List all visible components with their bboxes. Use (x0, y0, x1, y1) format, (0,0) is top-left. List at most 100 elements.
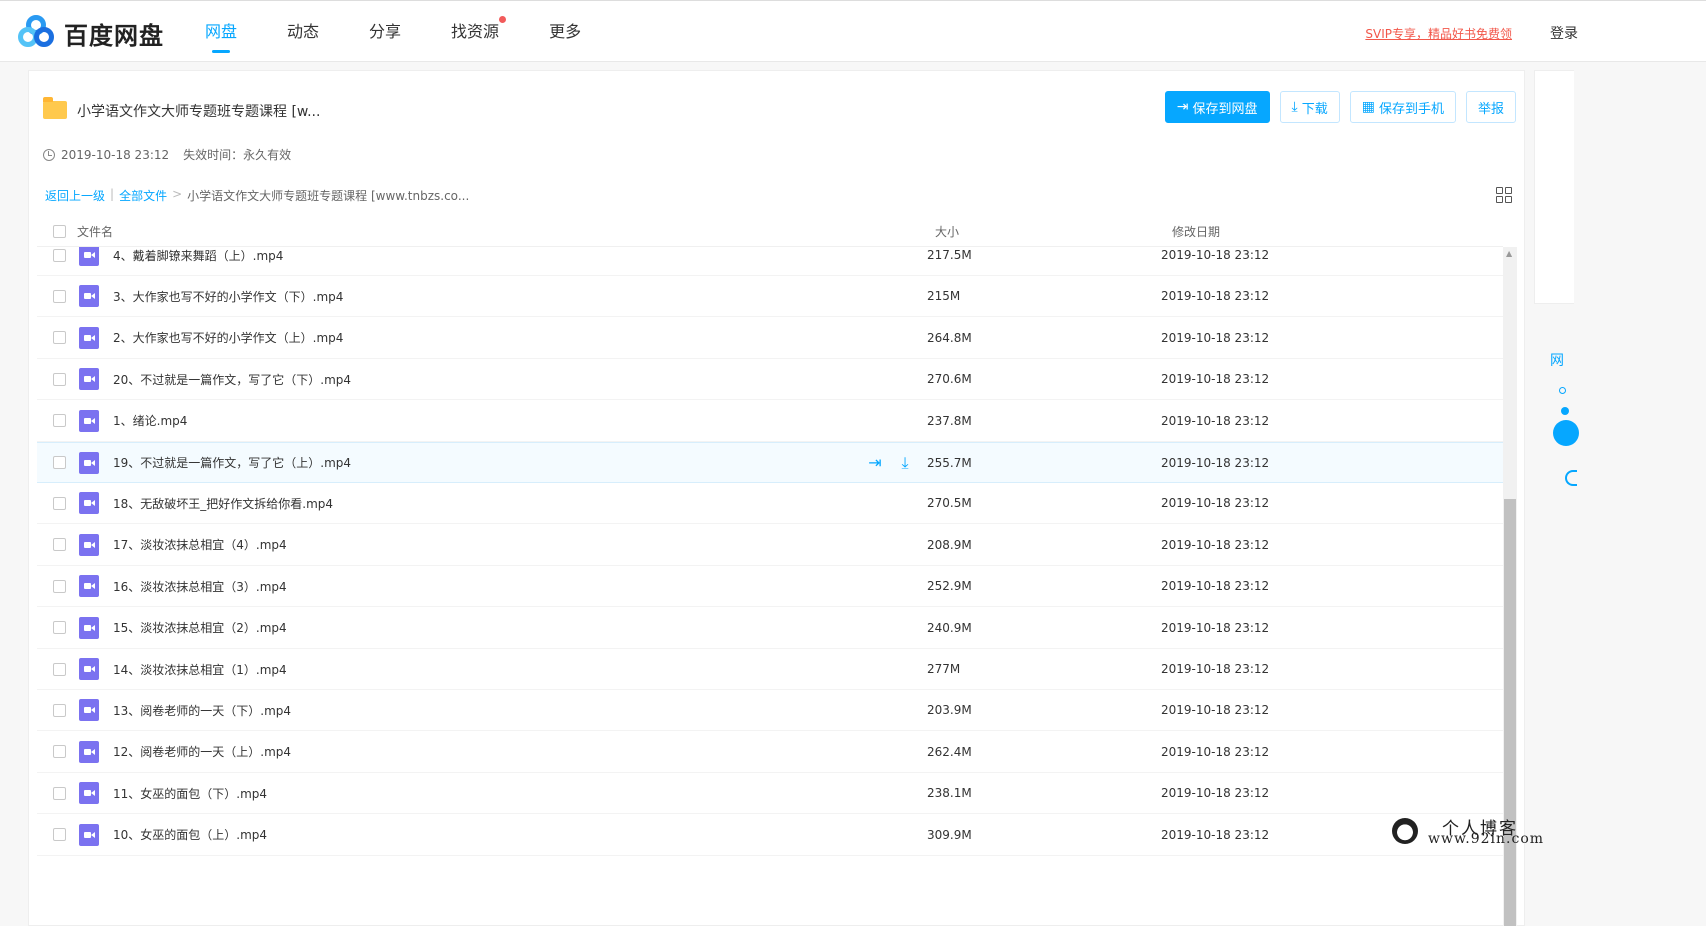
file-size: 237.8M (927, 413, 972, 428)
file-name[interactable]: 14、淡妆浓抹总相宜（1）.mp4 (113, 661, 287, 678)
row-checkbox[interactable] (53, 621, 66, 635)
share-panel: 小学语文作文大师专题班专题课程 [w... 2019-10-18 23:12 失… (28, 70, 1525, 926)
column-header-date[interactable]: 修改日期 (1172, 223, 1220, 240)
file-row[interactable]: 10、女巫的面包（上）.mp4 309.9M 2019-10-18 23:12 (37, 815, 1503, 856)
row-checkbox[interactable] (53, 289, 66, 303)
file-name[interactable]: 10、女巫的面包（上）.mp4 (113, 826, 267, 843)
file-row[interactable]: 18、无敌破坏王_把好作文拆给你看.mp4 270.5M 2019-10-18 23… (37, 483, 1503, 525)
file-row[interactable]: 17、淡妆浓抹总相宜（4）.mp4 208.9M 2019-10-18 23:12 (37, 525, 1503, 566)
svip-promo-link[interactable]: SVIP专享，精品好书免费领 (1365, 25, 1512, 42)
breadcrumb: 返回上一级 | 全部文件 > 小学语文作文大师专题班专题课程 [www.tnbz… (45, 187, 470, 204)
row-checkbox[interactable] (53, 456, 66, 469)
nav-item-share[interactable]: 分享 (369, 1, 401, 63)
row-checkbox[interactable] (53, 331, 66, 345)
file-date: 2019-10-18 23:12 (1161, 827, 1270, 842)
file-row[interactable]: 1、绪论.mp4 237.8M 2019-10-18 23:12 (37, 401, 1503, 442)
row-checkbox[interactable] (53, 579, 66, 593)
breadcrumb-all-files-link[interactable]: 全部文件 (119, 187, 167, 204)
file-name[interactable]: 1、绪论.mp4 (113, 412, 187, 429)
nav-item-more[interactable]: 更多 (549, 1, 581, 63)
video-file-icon (79, 285, 99, 308)
scrollbar-thumb[interactable] (1504, 499, 1516, 926)
row-download-icon[interactable]: ⤓ (895, 453, 915, 473)
side-dot-icon (1559, 387, 1566, 394)
file-date: 2019-10-18 23:12 (1161, 662, 1270, 676)
file-name[interactable]: 20、不过就是一篇作文，写了它（下）.mp4 (113, 371, 351, 388)
save-to-netdisk-label: 保存到网盘 (1192, 101, 1258, 117)
row-checkbox[interactable] (53, 745, 66, 759)
file-row[interactable]: 2、大作家也写不好的小学作文（上）.mp4 264.8M 2019-10-18 23… (37, 318, 1503, 359)
row-checkbox[interactable] (53, 372, 66, 386)
file-name[interactable]: 12、阅卷老师的一天（上）.mp4 (113, 743, 291, 760)
row-checkbox[interactable] (53, 828, 66, 842)
file-name[interactable]: 16、淡妆浓抹总相宜（3）.mp4 (113, 578, 287, 595)
file-row[interactable]: 11、女巫的面包（下）.mp4 238.1M 2019-10-18 23:12 (37, 773, 1503, 815)
file-size: 203.9M (927, 703, 972, 718)
nav-item-feed[interactable]: 动态 (287, 1, 319, 63)
file-date: 2019-10-18 23:12 (1161, 330, 1270, 345)
download-button[interactable]: ⤓ 下载 (1279, 91, 1340, 123)
column-header-name[interactable]: 文件名 (77, 223, 113, 240)
select-all-checkbox[interactable] (53, 225, 66, 238)
file-row[interactable]: 20、不过就是一篇作文，写了它（下）.mp4 270.6M 2019-10-18 2… (37, 359, 1503, 401)
file-name[interactable]: 18、无敌破坏王_把好作文拆给你看.mp4 (113, 495, 333, 512)
share-title: 小学语文作文大师专题班专题课程 [w... (77, 104, 321, 120)
save-to-netdisk-button[interactable]: ⇥ 保存到网盘 (1164, 91, 1270, 123)
row-checkbox[interactable] (53, 786, 66, 800)
file-date: 2019-10-18 23:12 (1161, 786, 1270, 801)
nav-item-netdisk[interactable]: 网盘 (205, 1, 237, 63)
video-file-icon (79, 782, 99, 805)
qr-code-icon: ▦ (1361, 99, 1375, 115)
notification-dot (499, 16, 507, 23)
share-time: 2019-10-18 23:12 (61, 147, 170, 162)
file-row[interactable]: 16、淡妆浓抹总相宜（3）.mp4 252.9M 2019-10-18 23:12 (37, 566, 1503, 608)
file-row[interactable]: 3、大作家也写不好的小学作文（下）.mp4 215M 2019-10-18 23:1… (37, 276, 1503, 318)
file-name[interactable]: 15、淡妆浓抹总相宜（2）.mp4 (113, 619, 287, 636)
top-nav-bar: 百度网盘 网盘 动态 分享 找资源 更多 SVIP专享，精品好书免费领 登录 (0, 0, 1706, 62)
row-checkbox[interactable] (53, 496, 66, 510)
row-checkbox[interactable] (53, 414, 66, 428)
side-label[interactable]: 网 (1550, 350, 1564, 370)
file-row[interactable]: 19、不过就是一篇作文，写了它（上）.mp4 ⇥ ⤓ 255.7M 2019-10-18… (37, 442, 1503, 483)
side-avatar-icon (1553, 420, 1579, 446)
file-name[interactable]: 19、不过就是一篇作文，写了它（上）.mp4 (113, 454, 351, 471)
file-name[interactable]: 2、大作家也写不好的小学作文（上）.mp4 (113, 329, 343, 346)
breadcrumb-back-link[interactable]: 返回上一级 (45, 187, 105, 204)
file-name[interactable]: 13、阅卷老师的一天（下）.mp4 (113, 702, 291, 719)
video-file-icon (79, 740, 99, 763)
row-checkbox[interactable] (53, 703, 66, 717)
column-header-size[interactable]: 大小 (935, 223, 959, 240)
nav-item-find-resources[interactable]: 找资源 (451, 1, 507, 63)
file-row[interactable]: 15、淡妆浓抹总相宜（2）.mp4 240.9M 2019-10-18 23:12 (37, 608, 1503, 649)
row-checkbox[interactable] (53, 662, 66, 676)
file-row[interactable]: 13、阅卷老师的一天（下）.mp4 203.9M 2019-10-18 23:12 (37, 690, 1503, 732)
row-save-icon[interactable]: ⇥ (865, 453, 885, 473)
file-name[interactable]: 3、大作家也写不好的小学作文（下）.mp4 (113, 288, 343, 305)
row-checkbox[interactable] (53, 248, 66, 262)
file-date: 2019-10-18 23:12 (1161, 620, 1270, 635)
file-row[interactable]: 12、阅卷老师的一天（上）.mp4 262.4M 2019-10-18 23:12 (37, 732, 1503, 773)
file-name[interactable]: 4、戴着脚镣来舞蹈（上）.mp4 (113, 247, 283, 264)
file-name[interactable]: 11、女巫的面包（下）.mp4 (113, 785, 267, 802)
expire-time: 失效时间：永久有效 (183, 148, 292, 162)
row-checkbox[interactable] (53, 538, 66, 552)
download-label: 下载 (1301, 101, 1328, 117)
share-meta: 2019-10-18 23:12 失效时间：永久有效 (43, 146, 291, 163)
file-row[interactable]: 14、淡妆浓抹总相宜（1）.mp4 277M 2019-10-18 23:12 (37, 649, 1503, 690)
video-file-icon (79, 409, 99, 432)
save-to-phone-button[interactable]: ▦ 保存到手机 (1349, 91, 1456, 123)
file-date: 2019-10-18 23:12 (1161, 413, 1270, 428)
file-row[interactable]: 4、戴着脚镣来舞蹈（上）.mp4 217.5M 2019-10-18 23:12 (37, 247, 1503, 276)
grid-view-icon[interactable] (1496, 187, 1512, 203)
file-size: 277M (927, 662, 961, 676)
report-label: 举报 (1477, 101, 1504, 117)
login-link[interactable]: 登录 (1550, 23, 1578, 43)
logo[interactable]: 百度网盘 (18, 15, 164, 51)
report-button[interactable]: 举报 (1465, 91, 1516, 123)
file-name[interactable]: 17、淡妆浓抹总相宜（4）.mp4 (113, 536, 287, 553)
video-file-icon (79, 492, 99, 515)
video-file-icon (79, 699, 99, 722)
video-file-icon (79, 658, 99, 680)
video-file-icon (79, 616, 99, 639)
scroll-up-arrow-icon[interactable]: ▲ (1506, 249, 1512, 258)
